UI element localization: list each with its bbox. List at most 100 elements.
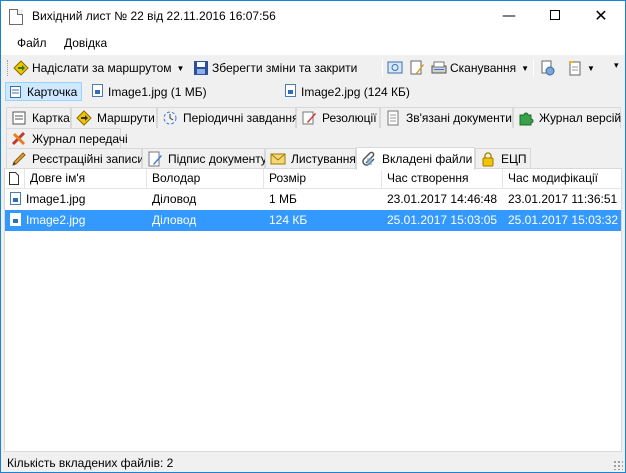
tab-linked-documents-label: Зв'язані документи xyxy=(406,111,512,125)
table-row-selected[interactable]: Image2.jpg Діловод 124 КБ 25.01.2017 15:… xyxy=(5,210,621,231)
file-name: Image1.jpg xyxy=(26,192,86,206)
minimize-button[interactable]: — xyxy=(486,1,532,32)
table-row[interactable]: Image1.jpg Діловод 1 МБ 23.01.2017 14:46… xyxy=(5,189,621,210)
maximize-button[interactable] xyxy=(532,1,578,32)
image-file-icon xyxy=(92,84,103,97)
tab-version-log-label: Журнал версій xyxy=(539,111,622,125)
tab-document-signature[interactable]: Підпис документу xyxy=(142,148,267,169)
image-file-icon xyxy=(10,213,21,227)
signature-document-icon xyxy=(147,151,163,167)
route-arrow-icon xyxy=(13,60,29,76)
file-modified: 25.01.2017 15:03:32 xyxy=(508,213,619,227)
file-size: 124 КБ xyxy=(269,213,308,227)
new-document-button[interactable]: ▼ xyxy=(567,58,595,78)
tab-routes[interactable]: Маршрути xyxy=(71,107,157,128)
attached-files-count: Кількість вкладених файлів: 2 xyxy=(7,456,174,470)
puzzle-icon xyxy=(518,110,534,126)
tab-correspondence[interactable]: Листування xyxy=(265,148,356,169)
floppy-disk-icon xyxy=(193,60,209,76)
scanning-label: Сканування xyxy=(450,61,517,75)
tab-digital-signature[interactable]: ЕЦП xyxy=(475,148,531,169)
transfer-icon xyxy=(11,131,27,147)
file-created: 23.01.2017 14:46:48 xyxy=(387,192,498,206)
scanner-icon xyxy=(431,60,447,76)
window-title: Вихідний лист № 22 від 22.11.2016 16:07:… xyxy=(32,9,276,23)
menu-file[interactable]: Файл xyxy=(17,36,47,50)
tab-routes-label: Маршрути xyxy=(97,111,155,125)
app-window: Вихідний лист № 22 від 22.11.2016 16:07:… xyxy=(0,0,626,473)
send-route-label: Надіслати за маршрутом xyxy=(32,61,172,75)
doc-tab-image1[interactable]: Image1.jpg (1 МБ) xyxy=(88,82,211,101)
settings-button[interactable] xyxy=(387,58,406,78)
tab-periodic-tasks[interactable]: Періодичні завдання xyxy=(157,107,299,128)
periodic-tasks-icon xyxy=(162,110,178,126)
file-owner: Діловод xyxy=(152,192,197,206)
column-header-created[interactable]: Час створення xyxy=(382,169,503,189)
tab-periodic-tasks-label: Періодичні завдання xyxy=(183,111,299,125)
tab-attached-files[interactable]: Вкладені файли xyxy=(356,147,475,170)
menu-bar: Файл Довідка xyxy=(1,32,625,55)
attachment-icon xyxy=(361,151,377,167)
close-button[interactable]: ✕ xyxy=(578,1,624,32)
toolbar-overflow-icon[interactable]: ▾ xyxy=(614,60,619,71)
chevron-down-icon[interactable]: ▼ xyxy=(521,64,529,73)
tab-linked-documents[interactable]: Зв'язані документи xyxy=(380,107,513,128)
print-button[interactable] xyxy=(539,58,558,78)
toolbar: Надіслати за маршрутом ▼ Зберегти зміни … xyxy=(1,55,625,81)
route-arrow-icon xyxy=(76,110,92,126)
file-name: Image2.jpg xyxy=(26,213,86,227)
linked-document-icon xyxy=(385,110,401,126)
tab-card[interactable]: Картка xyxy=(6,107,71,128)
scanning-button[interactable]: Сканування ▼ xyxy=(431,58,529,78)
doc-tab-card-label: Карточка xyxy=(27,84,78,99)
pencil-icon xyxy=(11,151,27,167)
tab-version-log[interactable]: Журнал версій xyxy=(513,107,621,128)
tab-digital-signature-label: ЕЦП xyxy=(501,152,527,166)
doc-tab-image2[interactable]: Image2.jpg (124 КБ) xyxy=(281,82,414,101)
tab-transfer-log-label: Журнал передачі xyxy=(32,132,128,146)
resize-grip-icon[interactable] xyxy=(613,460,623,470)
column-icon-header[interactable] xyxy=(5,169,25,189)
monitor-settings-icon xyxy=(387,60,403,76)
doc-tab-image1-label: Image1.jpg (1 МБ) xyxy=(108,84,207,99)
maximize-icon xyxy=(550,10,560,20)
file-size: 1 МБ xyxy=(269,192,297,206)
tab-registration-records-label: Реєстраційні записи xyxy=(32,152,145,166)
menu-help[interactable]: Довідка xyxy=(64,36,107,50)
tab-resolutions[interactable]: Резолюції xyxy=(296,107,380,128)
column-header-modified[interactable]: Час модифікації xyxy=(503,169,621,189)
tab-registration-records[interactable]: Реєстраційні записи xyxy=(6,148,145,169)
tab-correspondence-label: Листування xyxy=(291,152,356,166)
save-close-button[interactable]: Зберегти зміни та закрити xyxy=(193,58,357,78)
edit-button[interactable] xyxy=(409,58,428,78)
tab-card-label: Картка xyxy=(32,111,70,125)
card-icon xyxy=(10,85,21,98)
file-owner: Діловод xyxy=(152,213,197,227)
new-document-icon xyxy=(567,60,583,76)
printer-icon xyxy=(539,60,555,76)
doc-tab-card[interactable]: Карточка xyxy=(5,82,83,101)
tab-document-signature-label: Підпис документу xyxy=(168,152,267,166)
envelope-icon xyxy=(270,151,286,167)
chevron-down-icon[interactable]: ▼ xyxy=(587,64,595,73)
doc-tab-image2-label: Image2.jpg (124 КБ) xyxy=(301,84,410,99)
send-route-button[interactable]: Надіслати за маршрутом ▼ xyxy=(13,58,184,78)
resolution-pen-icon xyxy=(301,110,317,126)
document-app-icon xyxy=(9,9,23,25)
save-close-label: Зберегти зміни та закрити xyxy=(212,61,358,75)
document-edit-icon xyxy=(409,60,425,76)
file-modified: 23.01.2017 11:36:51 xyxy=(508,192,618,206)
column-header-size[interactable]: Розмір xyxy=(264,169,382,189)
document-view-tabs: Карточка Image1.jpg (1 МБ) Image2.jpg (1… xyxy=(1,81,625,103)
image-file-icon xyxy=(285,84,296,97)
column-header-name[interactable]: Довге ім'я xyxy=(25,169,147,189)
attached-files-table[interactable]: Довге ім'я Володар Розмір Час створення … xyxy=(4,168,622,452)
image-file-icon xyxy=(10,192,21,206)
table-header: Довге ім'я Володар Розмір Час створення … xyxy=(5,169,621,189)
column-header-owner[interactable]: Володар xyxy=(147,169,264,189)
chevron-down-icon[interactable]: ▼ xyxy=(177,64,185,73)
lock-icon xyxy=(480,151,496,167)
status-bar: Кількість вкладених файлів: 2 xyxy=(1,453,625,472)
tab-transfer-log[interactable]: Журнал передачі xyxy=(6,128,128,149)
title-bar[interactable]: Вихідний лист № 22 від 22.11.2016 16:07:… xyxy=(1,1,625,32)
